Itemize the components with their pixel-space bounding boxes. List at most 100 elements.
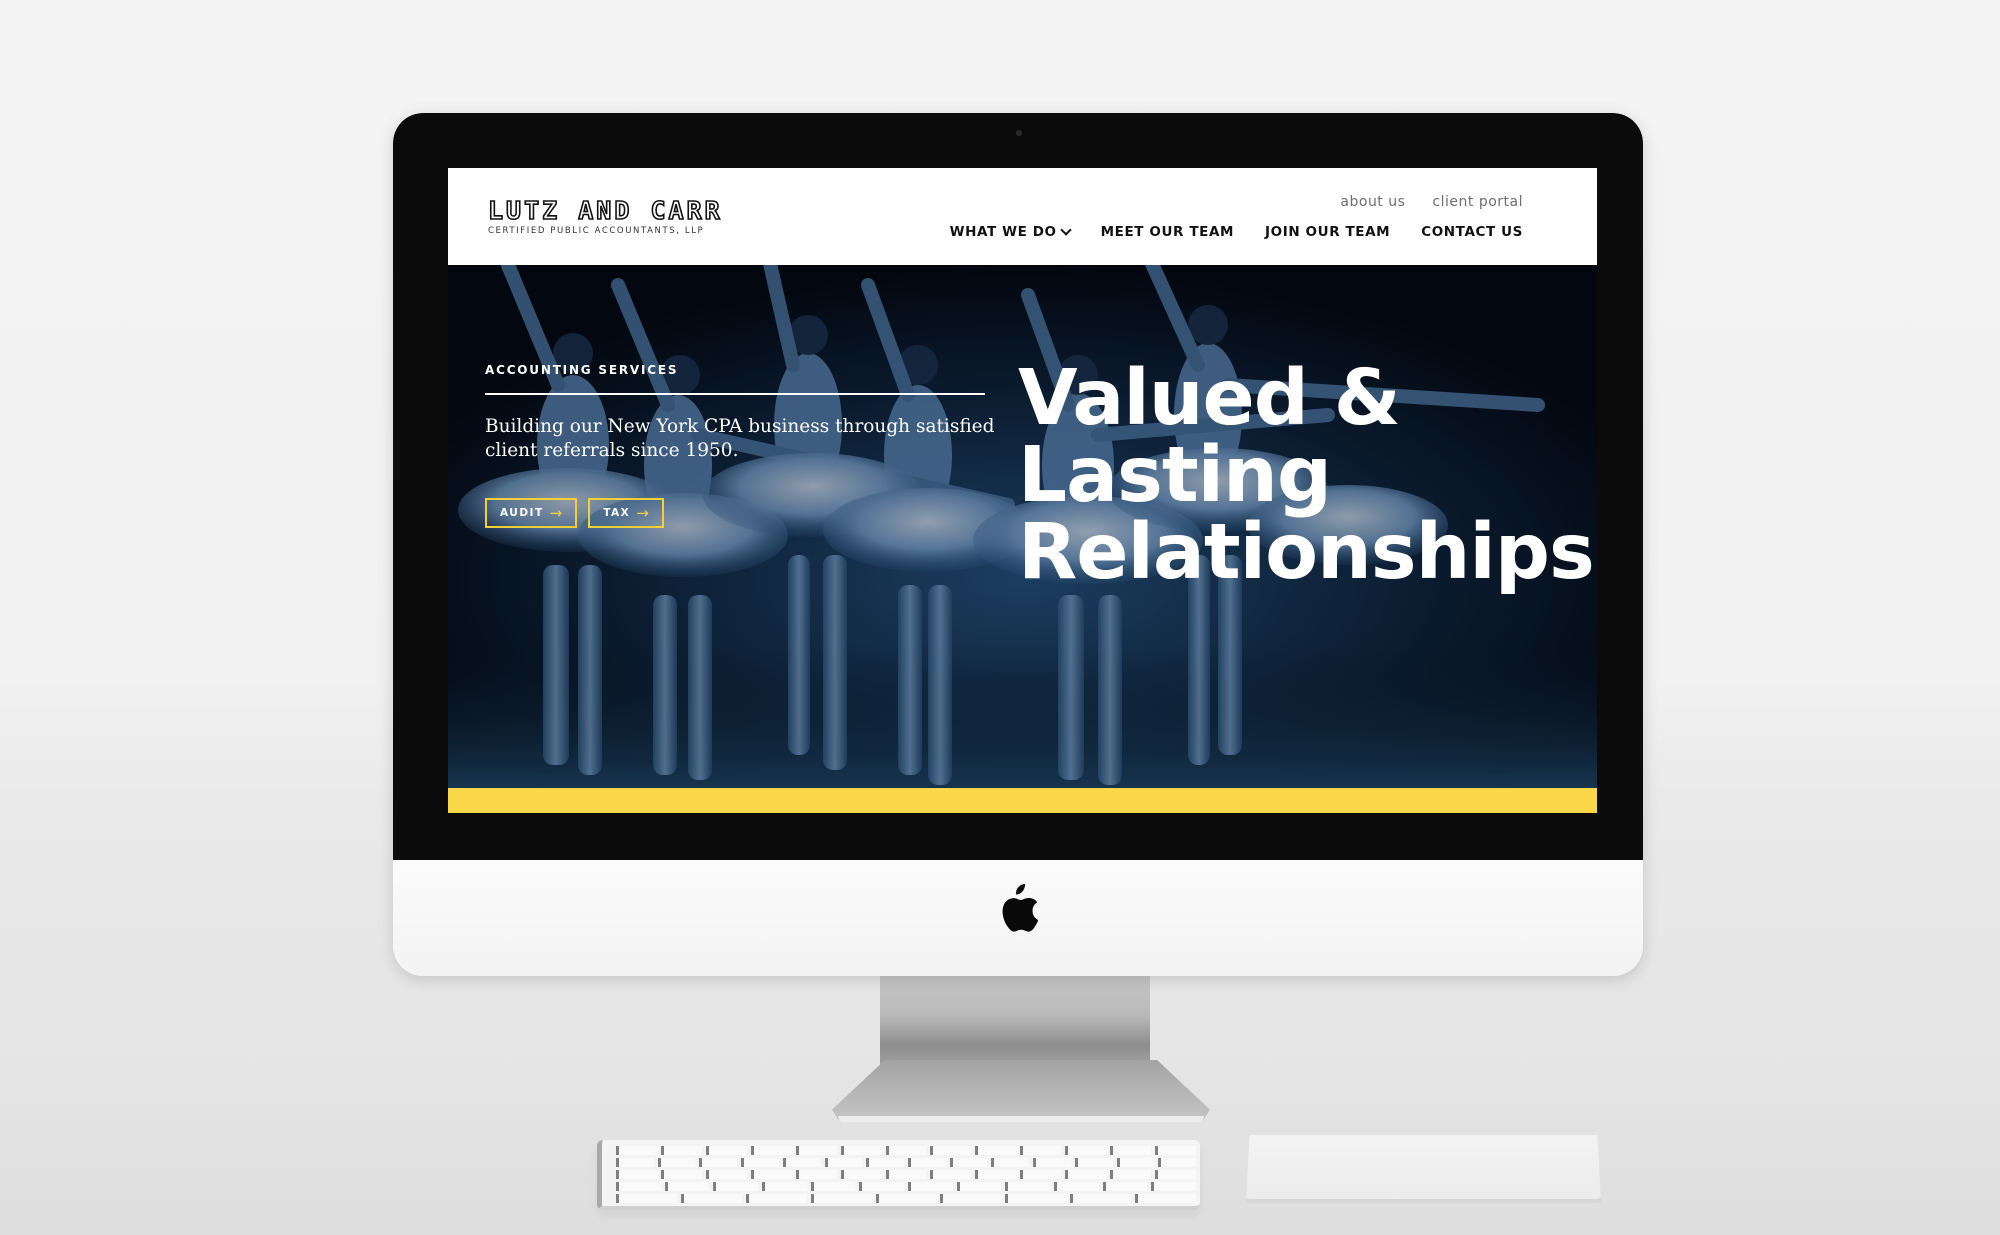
keyboard-key: [1054, 1182, 1099, 1191]
keyboard-key: [859, 1182, 905, 1191]
hero-buttons: AUDIT → TAX →: [485, 498, 664, 528]
tax-button[interactable]: TAX →: [588, 498, 664, 528]
keyboard-row: [616, 1182, 1197, 1191]
hero-section: ACCOUNTING SERVICES Building our New Yor…: [448, 265, 1597, 788]
chevron-down-icon: [1059, 223, 1072, 236]
keyboard-key: [1005, 1182, 1051, 1191]
nav-about-us[interactable]: about us: [1340, 194, 1405, 210]
hero-eyebrow: ACCOUNTING SERVICES: [485, 363, 679, 377]
keyboard-key: [1065, 1146, 1107, 1155]
camera-icon: [1016, 130, 1022, 136]
hero-divider: [485, 393, 985, 395]
keyboard-key: [1110, 1146, 1152, 1155]
audit-button-label: AUDIT: [500, 507, 544, 519]
keyboard-key: [1135, 1194, 1197, 1203]
site-logo[interactable]: LUTZ AND CARR CERTIFIED PUBLIC ACCOUNTAN…: [487, 196, 723, 236]
nav-contact-us[interactable]: CONTACT US: [1421, 224, 1523, 240]
keyboard-key: [762, 1182, 807, 1191]
nav-what-we-do[interactable]: WHAT WE DO: [949, 223, 1072, 240]
keyboard-key: [824, 1158, 863, 1167]
keyboard-key: [705, 1170, 747, 1179]
keyboard-key: [705, 1146, 747, 1155]
main-nav: WHAT WE DO MEET OUR TEAM JOIN OUR TEAM C…: [949, 223, 1523, 240]
logo-wordmark: LUTZ AND CARR: [487, 196, 723, 225]
keyboard-key: [840, 1146, 882, 1155]
keyboard-key: [885, 1170, 927, 1179]
headline-line-3: Relationships: [1018, 508, 1595, 597]
keyboard-key: [930, 1170, 972, 1179]
keyboard-key: [1065, 1170, 1107, 1179]
hero-headline: Valued & Lasting Relationships: [1018, 354, 1595, 597]
logo-tagline: CERTIFIED PUBLIC ACCOUNTANTS, LLP: [488, 226, 705, 236]
headline-line-1: Valued &: [1018, 354, 1401, 443]
keyboard-key: [616, 1146, 657, 1155]
keyboard-key: [875, 1194, 937, 1203]
keyboard-key: [1155, 1170, 1196, 1179]
keyboard-key: [795, 1170, 837, 1179]
monitor-stand-foot: [832, 1060, 1210, 1122]
keyboard-key: [1020, 1146, 1062, 1155]
keyboard-key: [840, 1170, 882, 1179]
nav-what-we-do-label: WHAT WE DO: [949, 224, 1057, 240]
utility-nav: about us client portal: [1340, 194, 1523, 210]
keyboard-key: [660, 1170, 702, 1179]
apple-logo-icon: [1002, 884, 1039, 932]
keyboard-key: [1102, 1182, 1148, 1191]
keyboard-row: [616, 1146, 1196, 1155]
keyboard-key: [1074, 1158, 1113, 1167]
keyboard-row: [616, 1170, 1196, 1179]
keyboard-key: [680, 1194, 742, 1203]
tax-button-label: TAX: [603, 507, 631, 519]
keyboard-key: [660, 1146, 702, 1155]
keyboard-key: [949, 1158, 988, 1167]
keyboard-key: [616, 1182, 661, 1191]
keyboard-key: [782, 1158, 821, 1167]
nav-client-portal[interactable]: client portal: [1432, 194, 1523, 210]
keyboard-key: [810, 1194, 872, 1203]
keyboard-row: [616, 1194, 1197, 1203]
keyboard-key: [699, 1158, 738, 1167]
keyboard-key: [1110, 1170, 1152, 1179]
keyboard-row: [616, 1158, 1197, 1167]
arrow-right-icon: →: [549, 504, 563, 522]
keyboard-key: [940, 1194, 1002, 1203]
keyboard-key: [1158, 1158, 1197, 1167]
keyboard-key: [810, 1182, 856, 1191]
trackpad: [1246, 1135, 1601, 1203]
keyboard-key: [616, 1170, 657, 1179]
keyboard-key: [1005, 1194, 1067, 1203]
keyboard-key: [741, 1158, 779, 1167]
monitor: LUTZ AND CARR CERTIFIED PUBLIC ACCOUNTAN…: [393, 113, 1643, 976]
keyboard-key: [657, 1158, 696, 1167]
accent-bar: [448, 788, 1597, 813]
arrow-right-icon: →: [636, 504, 649, 522]
audit-button[interactable]: AUDIT →: [485, 498, 578, 528]
keyboard-key: [616, 1158, 654, 1167]
monitor-stand-edge: [838, 1116, 1204, 1122]
site-header: LUTZ AND CARR CERTIFIED PUBLIC ACCOUNTAN…: [448, 168, 1597, 265]
keyboard-key: [1033, 1158, 1071, 1167]
keyboard-key: [1155, 1146, 1196, 1155]
keyboard-key: [616, 1194, 677, 1203]
headline-line-2: Lasting: [1018, 431, 1332, 520]
keyboard-key: [1116, 1158, 1155, 1167]
keyboard-key: [991, 1158, 1030, 1167]
nav-join-our-team[interactable]: JOIN OUR TEAM: [1265, 224, 1390, 240]
keyboard-key: [885, 1146, 927, 1155]
nav-meet-our-team[interactable]: MEET OUR TEAM: [1101, 224, 1234, 240]
keyboard-key: [930, 1146, 972, 1155]
keyboard-key: [750, 1146, 792, 1155]
keyboard-key: [975, 1146, 1017, 1155]
keyboard-key: [750, 1170, 792, 1179]
screen: LUTZ AND CARR CERTIFIED PUBLIC ACCOUNTAN…: [448, 168, 1597, 813]
keyboard-key: [795, 1146, 837, 1155]
keyboard-key: [713, 1182, 759, 1191]
keyboard-key: [1020, 1170, 1062, 1179]
hero-lead-text: Building our New York CPA business throu…: [485, 416, 995, 461]
keyboard-key: [745, 1194, 807, 1203]
keyboard-key: [866, 1158, 905, 1167]
keyboard-key: [956, 1182, 1002, 1191]
keyboard-key: [908, 1158, 946, 1167]
keyboard-key: [1151, 1182, 1197, 1191]
keyboard: [597, 1140, 1200, 1210]
